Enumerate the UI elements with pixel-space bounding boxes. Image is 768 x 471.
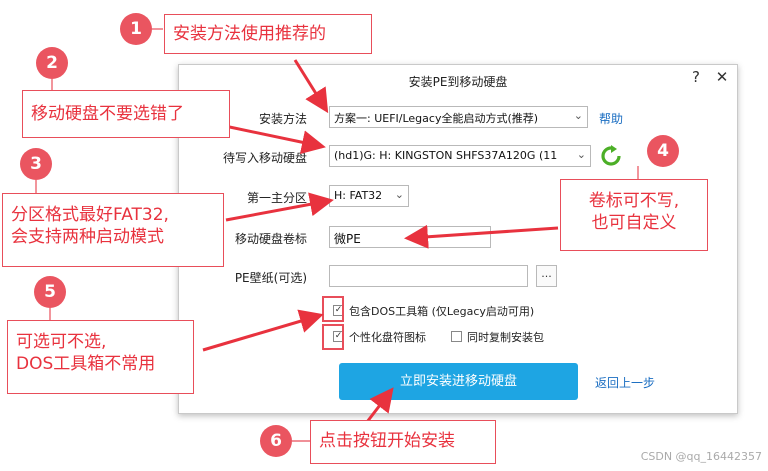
callout-5-line2: DOS工具箱不常用 — [16, 354, 156, 374]
step-3-badge: 3 — [20, 148, 52, 180]
arrow-1 — [293, 59, 329, 114]
callout-5: 可选可不选, DOS工具箱不常用 — [7, 320, 194, 394]
arrow-6 — [365, 387, 394, 423]
callout-3-line1: 分区格式最好FAT32, — [11, 205, 169, 225]
arrow-5 — [202, 309, 324, 352]
callout-1: 安装方法使用推荐的 — [164, 14, 372, 54]
callout-5-line1: 可选可不选, — [16, 332, 107, 352]
step-6-badge: 6 — [260, 425, 292, 457]
callout-6: 点击按钮开始安装 — [310, 420, 496, 464]
arrow-2 — [219, 123, 326, 155]
step-5-badge: 5 — [34, 276, 66, 308]
step-4-badge: 4 — [647, 135, 679, 167]
callout-4-line2: 也可自定义 — [591, 213, 677, 233]
callout-2: 移动硬盘不要选错了 — [22, 90, 230, 138]
callout-4-line1: 卷标可不写, — [588, 191, 680, 211]
step-1-badge: 1 — [120, 13, 152, 45]
csdn-watermark: CSDN @qq_16442357 — [640, 450, 762, 463]
callout-3-line2: 会支持两种启动模式 — [11, 227, 164, 247]
callout-3: 分区格式最好FAT32, 会支持两种启动模式 — [2, 193, 224, 267]
step-2-badge: 2 — [36, 47, 68, 79]
callout-4: 卷标可不写, 也可自定义 — [560, 179, 708, 251]
arrow-4 — [404, 224, 559, 249]
arrow-3 — [225, 192, 334, 222]
